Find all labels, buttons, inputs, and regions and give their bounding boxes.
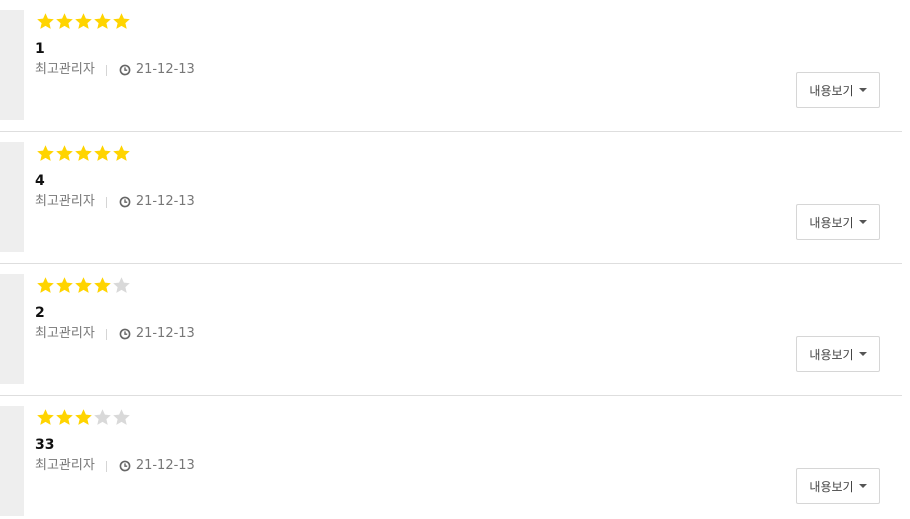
star-empty-icon bbox=[112, 275, 131, 295]
meta-divider bbox=[105, 64, 107, 76]
review-thumbnail bbox=[0, 142, 24, 252]
view-content-label: 내용보기 bbox=[809, 83, 854, 98]
star-filled-icon bbox=[55, 275, 74, 295]
review-date: 21-12-13 bbox=[135, 326, 195, 341]
review-author: 최고관리자 bbox=[35, 62, 95, 77]
meta-divider bbox=[105, 196, 107, 208]
star-filled-icon bbox=[74, 143, 93, 163]
star-filled-icon bbox=[93, 275, 112, 295]
review-title: 33 bbox=[35, 437, 55, 453]
review-title: 1 bbox=[35, 41, 45, 57]
review-author: 최고관리자 bbox=[35, 458, 95, 473]
review-title: 4 bbox=[35, 173, 45, 189]
review-meta: 최고관리자 21-12-13 bbox=[35, 193, 195, 211]
star-filled-icon bbox=[74, 11, 93, 31]
star-filled-icon bbox=[74, 407, 93, 427]
caret-down-icon bbox=[858, 88, 867, 92]
view-content-label: 내용보기 bbox=[809, 479, 854, 494]
review-meta: 최고관리자 21-12-13 bbox=[35, 325, 195, 343]
review-title: 2 bbox=[35, 305, 45, 321]
star-filled-icon bbox=[36, 143, 55, 163]
star-filled-icon bbox=[36, 275, 55, 295]
star-filled-icon bbox=[93, 11, 112, 31]
caret-down-icon bbox=[858, 352, 867, 356]
review-date: 21-12-13 bbox=[135, 62, 195, 77]
review-date: 21-12-13 bbox=[135, 458, 195, 473]
star-rating bbox=[36, 11, 131, 33]
clock-icon bbox=[119, 328, 131, 340]
view-content-button[interactable]: 내용보기 bbox=[796, 72, 880, 108]
meta-divider bbox=[105, 328, 107, 340]
star-filled-icon bbox=[36, 11, 55, 31]
view-content-button[interactable]: 내용보기 bbox=[796, 204, 880, 240]
review-thumbnail bbox=[0, 274, 24, 384]
star-filled-icon bbox=[55, 407, 74, 427]
review-meta: 최고관리자 21-12-13 bbox=[35, 61, 195, 79]
review-item: 4 최고관리자 21-12-13 내용보기 bbox=[0, 132, 902, 264]
view-content-label: 내용보기 bbox=[809, 347, 854, 362]
caret-down-icon bbox=[858, 484, 867, 488]
review-item: 2 최고관리자 21-12-13 내용보기 bbox=[0, 264, 902, 396]
caret-down-icon bbox=[858, 220, 867, 224]
review-thumbnail bbox=[0, 10, 24, 120]
review-date: 21-12-13 bbox=[135, 194, 195, 209]
review-item: 1 최고관리자 21-12-13 내용보기 bbox=[0, 0, 902, 132]
review-list: 1 최고관리자 21-12-13 내용보기 4 최고관리자 21-12-13 내… bbox=[0, 0, 910, 519]
clock-icon bbox=[119, 64, 131, 76]
view-content-button[interactable]: 내용보기 bbox=[796, 336, 880, 372]
view-content-label: 내용보기 bbox=[809, 215, 854, 230]
star-filled-icon bbox=[36, 407, 55, 427]
review-author: 최고관리자 bbox=[35, 326, 95, 341]
meta-divider bbox=[105, 460, 107, 472]
star-filled-icon bbox=[112, 11, 131, 31]
star-rating bbox=[36, 407, 131, 429]
star-rating bbox=[36, 143, 131, 165]
review-author: 최고관리자 bbox=[35, 194, 95, 209]
review-meta: 최고관리자 21-12-13 bbox=[35, 457, 195, 475]
star-rating bbox=[36, 275, 131, 297]
clock-icon bbox=[119, 460, 131, 472]
star-filled-icon bbox=[93, 143, 112, 163]
star-empty-icon bbox=[93, 407, 112, 427]
star-filled-icon bbox=[55, 143, 74, 163]
star-filled-icon bbox=[55, 11, 74, 31]
star-empty-icon bbox=[112, 407, 131, 427]
star-filled-icon bbox=[74, 275, 93, 295]
view-content-button[interactable]: 내용보기 bbox=[796, 468, 880, 504]
clock-icon bbox=[119, 196, 131, 208]
review-item: 33 최고관리자 21-12-13 내용보기 bbox=[0, 396, 902, 519]
review-thumbnail bbox=[0, 406, 24, 516]
star-filled-icon bbox=[112, 143, 131, 163]
